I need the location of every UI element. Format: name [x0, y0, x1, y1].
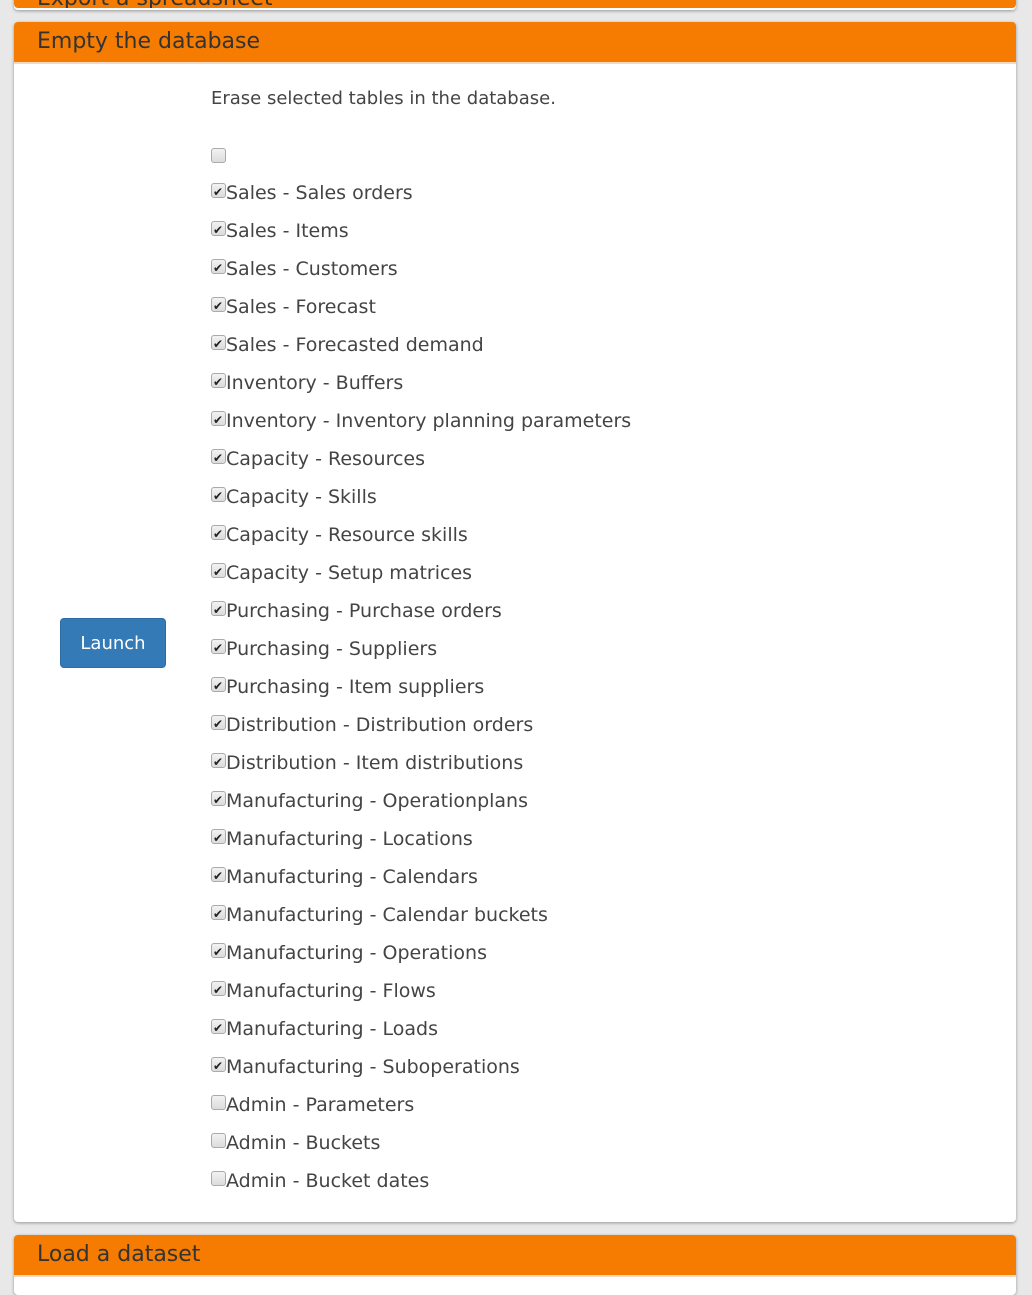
table-checkbox-row: Capacity - Resource skills — [211, 523, 631, 562]
table-checkbox[interactable] — [211, 1017, 226, 1039]
table-checkbox[interactable] — [211, 827, 226, 849]
table-checkbox[interactable] — [211, 447, 226, 469]
table-checkbox-label[interactable]: Manufacturing - Calendar buckets — [226, 904, 548, 926]
table-checkbox-label[interactable]: Capacity - Skills — [226, 486, 377, 508]
table-checkbox-label[interactable]: Distribution - Item distributions — [226, 752, 523, 774]
table-checkbox-row: Capacity - Setup matrices — [211, 561, 631, 600]
table-checkbox[interactable] — [211, 637, 226, 659]
table-checkbox-label[interactable]: Admin - Parameters — [226, 1094, 414, 1116]
table-checkbox[interactable] — [211, 599, 226, 621]
export-panel-heading[interactable]: Export a spreadsheet — [14, 0, 1016, 8]
table-checkbox[interactable] — [211, 523, 226, 545]
table-checkbox-label[interactable]: Manufacturing - Locations — [226, 828, 473, 850]
table-checkbox-row: Purchasing - Item suppliers — [211, 675, 631, 714]
table-checkbox-row: Sales - Sales orders — [211, 181, 631, 220]
table-checkbox-row: Sales - Items — [211, 219, 631, 258]
table-checkbox-row: Admin - Parameters — [211, 1094, 631, 1132]
table-checkbox-row: Sales - Customers — [211, 257, 631, 296]
empty-database-description: Erase selected tables in the database. — [211, 88, 556, 109]
table-checkbox-row: Inventory - Buffers — [211, 371, 631, 410]
table-checkbox-label[interactable]: Manufacturing - Operationplans — [226, 790, 528, 812]
table-checkbox[interactable] — [211, 371, 226, 393]
table-checkbox-row: Capacity - Resources — [211, 447, 631, 486]
table-checkbox-row: Manufacturing - Suboperations — [211, 1055, 631, 1094]
table-checkbox-row: Purchasing - Purchase orders — [211, 599, 631, 638]
load-dataset-panel-title: Load a dataset — [37, 1242, 201, 1267]
launch-button[interactable]: Launch — [60, 618, 166, 668]
table-checkbox-row: Manufacturing - Locations — [211, 827, 631, 866]
table-checkbox-label[interactable]: Capacity - Resources — [226, 448, 425, 470]
table-checkbox-label[interactable]: Sales - Sales orders — [226, 182, 413, 204]
table-checkbox-label[interactable]: Sales - Customers — [226, 258, 398, 280]
table-checkbox-row: Manufacturing - Flows — [211, 979, 631, 1018]
table-checkbox[interactable] — [211, 865, 226, 887]
table-checkbox-label[interactable]: Purchasing - Suppliers — [226, 638, 437, 660]
table-checkbox[interactable] — [211, 257, 226, 279]
table-checkbox[interactable] — [211, 1171, 226, 1186]
table-checkbox-row: Manufacturing - Operationplans — [211, 789, 631, 828]
empty-database-panel-heading[interactable]: Empty the database — [14, 22, 1016, 64]
table-checkbox[interactable] — [211, 941, 226, 963]
table-checkbox-label[interactable]: Manufacturing - Flows — [226, 980, 436, 1002]
table-checklist: Sales - Sales orders Sales - Items Sales -… — [211, 148, 631, 1208]
table-checkbox-row: Capacity - Skills — [211, 485, 631, 524]
table-checkbox-row: Sales - Forecasted demand — [211, 333, 631, 372]
table-checkbox-row: Inventory - Inventory planning parameter… — [211, 409, 631, 448]
export-panel-title: Export a spreadsheet — [37, 0, 273, 8]
table-checkbox-label[interactable]: Distribution - Distribution orders — [226, 714, 533, 736]
table-checkbox-label[interactable]: Sales - Forecasted demand — [226, 334, 484, 356]
table-checkbox[interactable] — [211, 485, 226, 507]
table-checkbox-row: Manufacturing - Operations — [211, 941, 631, 980]
table-checkbox-label[interactable]: Manufacturing - Loads — [226, 1018, 438, 1040]
table-checkbox-label[interactable]: Purchasing - Item suppliers — [226, 676, 484, 698]
table-checkbox-row: Admin - Buckets — [211, 1132, 631, 1170]
table-checkbox-label[interactable]: Sales - Forecast — [226, 296, 376, 318]
export-panel: Export a spreadsheet — [14, 0, 1016, 10]
table-checkbox-label[interactable]: Inventory - Inventory planning parameter… — [226, 410, 631, 432]
table-checkbox[interactable] — [211, 181, 226, 203]
empty-database-panel: Empty the database Launch Erase selected… — [14, 22, 1016, 1222]
empty-database-panel-title: Empty the database — [37, 29, 261, 54]
table-checkbox[interactable] — [211, 1055, 226, 1077]
table-checkbox[interactable] — [211, 979, 226, 1001]
table-checkbox[interactable] — [211, 295, 226, 317]
table-checkbox[interactable] — [211, 903, 226, 925]
table-checkbox-label[interactable]: Manufacturing - Operations — [226, 942, 487, 964]
table-checkbox-row: Sales - Forecast — [211, 295, 631, 334]
table-checkbox-label[interactable]: Purchasing - Purchase orders — [226, 600, 502, 622]
table-checkbox-label[interactable]: Sales - Items — [226, 220, 349, 242]
table-checkbox-row: Manufacturing - Loads — [211, 1017, 631, 1056]
load-dataset-panel-heading[interactable]: Load a dataset — [14, 1235, 1016, 1277]
table-checkbox[interactable] — [211, 675, 226, 697]
table-checkbox[interactable] — [211, 751, 226, 773]
table-checkbox-label[interactable]: Manufacturing - Suboperations — [226, 1056, 520, 1078]
table-checkbox-label[interactable]: Capacity - Resource skills — [226, 524, 468, 546]
table-checkbox[interactable] — [211, 713, 226, 735]
table-checkbox-label[interactable]: Capacity - Setup matrices — [226, 562, 472, 584]
table-checkbox[interactable] — [211, 1133, 226, 1148]
table-checkbox[interactable] — [211, 789, 226, 811]
table-checkbox-row: Manufacturing - Calendars — [211, 865, 631, 904]
table-checkbox-label[interactable]: Manufacturing - Calendars — [226, 866, 478, 888]
table-checkbox-label[interactable]: Admin - Bucket dates — [226, 1170, 429, 1192]
table-checkbox[interactable] — [211, 409, 226, 431]
load-dataset-panel: Load a dataset — [14, 1235, 1016, 1295]
table-checkbox-label[interactable]: Admin - Buckets — [226, 1132, 380, 1154]
select-all-row — [211, 148, 631, 182]
table-checkbox-row: Admin - Bucket dates — [211, 1170, 631, 1208]
table-checkbox[interactable] — [211, 561, 226, 583]
table-checkbox[interactable] — [211, 1095, 226, 1110]
table-checkbox-label[interactable]: Inventory - Buffers — [226, 372, 403, 394]
select-all-checkbox[interactable] — [211, 148, 226, 163]
table-checkbox-row: Purchasing - Suppliers — [211, 637, 631, 676]
table-checkbox-row: Distribution - Item distributions — [211, 751, 631, 790]
table-checkbox-row: Manufacturing - Calendar buckets — [211, 903, 631, 942]
table-checkbox[interactable] — [211, 333, 226, 355]
table-checkbox[interactable] — [211, 219, 226, 241]
table-checkbox-row: Distribution - Distribution orders — [211, 713, 631, 752]
